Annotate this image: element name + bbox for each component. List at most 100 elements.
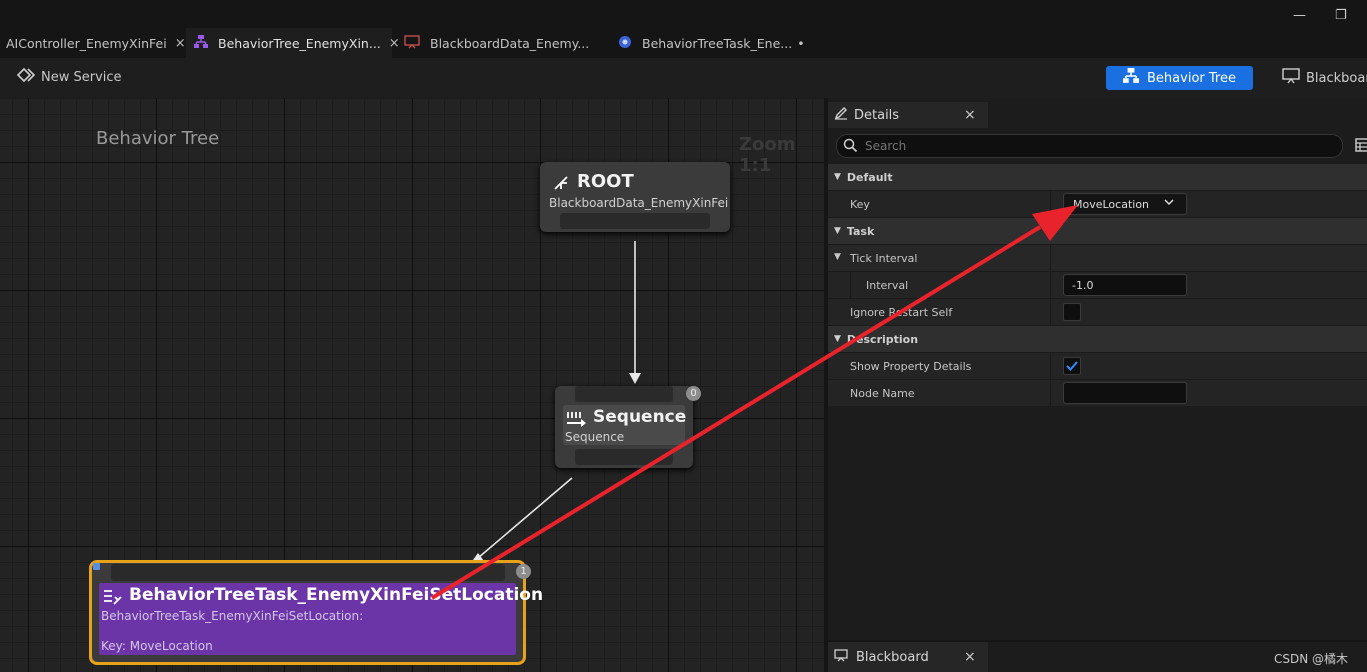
modified-indicator: • xyxy=(797,35,805,51)
tab-label: BehaviorTree_EnemyXin... xyxy=(218,35,381,51)
root-title: ROOT xyxy=(577,171,634,192)
chevron-down-icon: ▼ xyxy=(834,226,841,236)
blackboard-mode-label: Blackboard xyxy=(1306,70,1367,86)
indent-guide xyxy=(850,272,851,298)
tab-label: AIController_EnemyXinFei xyxy=(6,35,167,51)
node-name-input[interactable] xyxy=(1063,382,1187,404)
restore-icon[interactable]: ❐ xyxy=(1335,8,1347,23)
interval-input[interactable]: -1.0 xyxy=(1063,274,1187,296)
divider xyxy=(1050,245,1051,271)
property-group-tick-interval[interactable]: ▼ Tick Interval xyxy=(828,244,1367,271)
new-service-icon xyxy=(16,67,36,86)
divider xyxy=(1050,272,1051,298)
graph-canvas[interactable]: Behavior Tree Zoom 1:1 ROOT BlackboardDa… xyxy=(0,98,824,672)
blackboard-tab[interactable]: Blackboard × xyxy=(828,642,988,672)
search-input[interactable] xyxy=(863,136,1307,156)
divider xyxy=(1050,191,1051,217)
task-input-pin[interactable] xyxy=(111,564,505,581)
category-description[interactable]: ▼ Description xyxy=(828,326,1367,352)
sequence-input-pin[interactable] xyxy=(575,386,673,402)
chevron-down-icon: ▼ xyxy=(834,172,841,182)
divider xyxy=(1050,353,1051,379)
pencil-icon xyxy=(834,106,848,124)
sequence-icon xyxy=(566,410,588,432)
behavior-tree-icon xyxy=(1123,68,1140,88)
root-icon xyxy=(553,175,569,195)
chevron-down-icon xyxy=(1164,197,1174,210)
task-icon xyxy=(103,588,123,610)
blackboard-icon xyxy=(1282,68,1300,88)
root-subtitle: BlackboardData_EnemyXinFei xyxy=(549,196,729,210)
execution-index-badge: 1 xyxy=(516,564,531,579)
tab-blackboard-data[interactable]: BlackboardData_Enemy... xyxy=(396,28,606,58)
minimize-icon[interactable]: — xyxy=(1293,8,1306,23)
tab-behavior-tree[interactable]: BehaviorTree_EnemyXin... × xyxy=(186,28,400,58)
task-node[interactable]: BehaviorTreeTask_EnemyXinFeiSetLocation … xyxy=(89,560,543,665)
show-property-checkbox[interactable] xyxy=(1063,357,1081,375)
search-icon xyxy=(843,138,858,157)
category-label: Task xyxy=(846,224,875,238)
property-row-interval: Interval -1.0 xyxy=(828,271,1367,298)
property-row-show-property-details: Show Property Details xyxy=(828,352,1367,379)
table-view-icon[interactable] xyxy=(1355,137,1367,156)
close-icon[interactable]: × xyxy=(964,107,976,123)
tab-label: BehaviorTreeTask_Ene... xyxy=(642,35,793,51)
blackboard-mode-button[interactable]: Blackboard xyxy=(1282,68,1367,88)
property-label: Key xyxy=(850,198,870,211)
blackboard-icon xyxy=(404,34,420,52)
task-title: BehaviorTreeTask_EnemyXinFeiSetLocation xyxy=(129,585,544,605)
divider xyxy=(1050,380,1051,406)
breakpoint-marker xyxy=(93,563,100,570)
task-description: BehaviorTreeTask_EnemyXinFeiSetLocation: xyxy=(101,609,364,623)
property-label: Show Property Details xyxy=(850,360,972,373)
property-label: Ignore Restart Self xyxy=(850,306,953,319)
category-label: Default xyxy=(846,170,893,184)
property-row-key: Key MoveLocation xyxy=(828,190,1367,217)
root-output-pin[interactable] xyxy=(560,213,710,229)
property-row-node-name: Node Name xyxy=(828,379,1367,406)
toolbar: New Service Behavior Tree Blackboard xyxy=(0,58,1367,98)
blackboard-tab-label: Blackboard xyxy=(856,649,929,665)
search-field[interactable] xyxy=(836,134,1343,158)
key-value: MoveLocation xyxy=(1073,197,1150,211)
new-service-label: New Service xyxy=(41,69,122,85)
sequence-node[interactable]: Sequence Sequence 0 xyxy=(555,386,701,468)
task-key-line: Key: MoveLocation xyxy=(101,639,213,653)
property-label: Tick Interval xyxy=(850,252,918,265)
category-label: Description xyxy=(846,332,919,346)
property-row-ignore-restart: Ignore Restart Self xyxy=(828,298,1367,325)
chevron-down-icon: ▼ xyxy=(834,252,841,262)
sequence-title: Sequence xyxy=(593,407,687,427)
close-icon[interactable]: × xyxy=(964,649,976,665)
details-tab-label: Details xyxy=(854,107,900,123)
sequence-subtitle: Sequence xyxy=(565,430,625,444)
interval-value: -1.0 xyxy=(1072,278,1094,292)
new-service-button[interactable]: New Service xyxy=(16,67,122,86)
sequence-output-pin[interactable] xyxy=(575,449,673,465)
divider xyxy=(1050,299,1051,325)
category-task[interactable]: ▼ Task xyxy=(828,218,1367,244)
tab-label: BlackboardData_Enemy... xyxy=(430,35,590,51)
chevron-down-icon: ▼ xyxy=(834,334,841,344)
property-label: Node Name xyxy=(850,387,915,400)
key-dropdown[interactable]: MoveLocation xyxy=(1063,193,1187,215)
property-label: Interval xyxy=(866,279,909,292)
details-tab[interactable]: Details × xyxy=(828,102,988,128)
blackboard-icon xyxy=(834,648,848,666)
details-panel: Details × ▼ Default Key MoveLocation ▼ T… xyxy=(828,98,1367,640)
behavior-tree-mode-label: Behavior Tree xyxy=(1147,70,1236,86)
ignore-restart-checkbox[interactable] xyxy=(1063,303,1081,321)
blueprint-icon xyxy=(618,35,632,52)
execution-index-badge: 0 xyxy=(686,386,701,401)
behavior-tree-icon xyxy=(194,34,208,52)
title-bar: AIController_EnemyXinFei × BehaviorTree_… xyxy=(0,0,1367,58)
category-default[interactable]: ▼ Default xyxy=(828,164,1367,190)
checkmark-icon xyxy=(1066,361,1078,371)
tab-behavior-tree-task[interactable]: BehaviorTreeTask_Ene... • xyxy=(610,28,810,58)
close-icon[interactable]: × xyxy=(175,36,186,51)
behavior-tree-mode-button[interactable]: Behavior Tree xyxy=(1106,66,1253,90)
root-node[interactable]: ROOT BlackboardData_EnemyXinFei xyxy=(540,162,730,232)
tab-ai-controller[interactable]: AIController_EnemyXinFei × xyxy=(0,28,186,58)
blackboard-panel: Blackboard × CSDN @橘木 xyxy=(828,642,1367,672)
watermark: CSDN @橘木 xyxy=(1274,652,1349,666)
